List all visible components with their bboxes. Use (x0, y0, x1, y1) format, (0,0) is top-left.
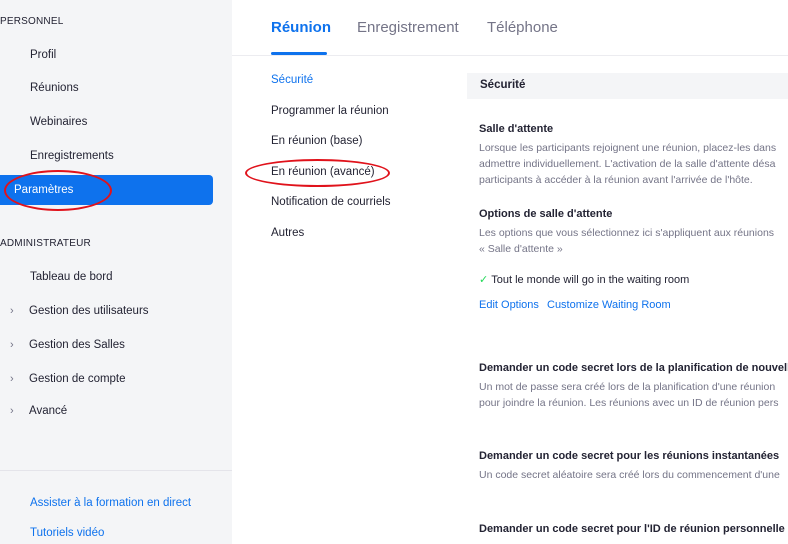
passcode-instant-desc-line: Un code secret aléatoire sera créé lors … (479, 469, 780, 481)
sidebar-item-webinars[interactable]: Webinaires (0, 107, 213, 137)
sidebar-item-label: Gestion de compte (29, 373, 126, 385)
sidebar-item-room-management[interactable]: › Gestion des Salles (0, 330, 213, 360)
chevron-right-icon: › (10, 405, 14, 417)
video-tutorials-link[interactable]: Tutoriels vidéo (30, 527, 104, 539)
sidebar-item-account-management[interactable]: › Gestion de compte (0, 364, 213, 394)
subnav-in-meeting-basic[interactable]: En réunion (base) (271, 135, 362, 147)
sidebar-item-meetings[interactable]: Réunions (0, 73, 213, 103)
sidebar-divider (0, 470, 232, 471)
section-header: Sécurité (467, 73, 788, 99)
sidebar-item-profile[interactable]: Profil (0, 40, 213, 70)
chevron-right-icon: › (10, 373, 14, 385)
subnav-other[interactable]: Autres (271, 227, 304, 239)
waiting-options-desc-line: Les options que vous sélectionnez ici s'… (479, 227, 775, 239)
chevron-right-icon: › (10, 305, 14, 317)
passcode-schedule-desc-line: pour joindre la réunion. Les réunions av… (479, 397, 779, 409)
sidebar: PERSONNEL Profil Réunions Webinaires Enr… (0, 0, 232, 544)
section-title-personal: PERSONNEL (0, 16, 64, 27)
sidebar-item-recordings[interactable]: Enregistrements (0, 141, 213, 171)
subnav-schedule-meeting[interactable]: Programmer la réunion (271, 105, 389, 117)
tab-meeting[interactable]: Réunion (271, 19, 331, 36)
sidebar-item-dashboard[interactable]: Tableau de bord (0, 262, 213, 292)
tabs-divider (232, 55, 788, 56)
passcode-schedule-title: Demander un code secret lors de la plani… (479, 362, 788, 374)
section-title: Sécurité (480, 79, 526, 91)
subnav-security[interactable]: Sécurité (271, 74, 313, 86)
sidebar-item-label: Gestion des Salles (29, 339, 125, 351)
passcode-instant-title: Demander un code secret pour les réunion… (479, 450, 780, 462)
checkmark-icon: ✓ (479, 274, 489, 286)
sidebar-item-label: Avancé (29, 405, 68, 417)
customize-waiting-room-link[interactable]: Customize Waiting Room (547, 299, 671, 311)
edit-options-link[interactable]: Edit Options (479, 299, 539, 311)
annotation-ellipse-advanced (245, 159, 390, 187)
waiting-options-desc-line: « Salle d'attente » (479, 243, 563, 255)
waiting-room-desc-line: participants à accéder à la réunion avan… (479, 174, 753, 186)
annotation-ellipse-settings (4, 170, 112, 211)
sidebar-item-label: Gestion des utilisateurs (29, 305, 149, 317)
waiting-room-title: Salle d'attente (479, 123, 554, 135)
waiting-option-label: Tout le monde will go in the waiting roo… (491, 274, 690, 286)
waiting-option-status: ✓ Tout le monde will go in the waiting ro… (479, 273, 689, 286)
waiting-room-desc-line: admettre individuellement. L'activation … (479, 158, 776, 170)
subnav-email-notification[interactable]: Notification de courriels (271, 196, 391, 208)
waiting-room-desc-line: Lorsque les participants rejoignent une … (479, 142, 777, 154)
chevron-right-icon: › (10, 339, 14, 351)
sidebar-item-advanced[interactable]: › Avancé (0, 396, 213, 426)
tab-telephone[interactable]: Téléphone (487, 19, 558, 36)
passcode-pmi-title: Demander un code secret pour l'ID de réu… (479, 523, 788, 535)
sidebar-item-user-management[interactable]: › Gestion des utilisateurs (0, 296, 213, 326)
passcode-schedule-desc-line: Un mot de passe sera créé lors de la pla… (479, 381, 776, 393)
section-title-admin: ADMINISTRATEUR (0, 238, 91, 249)
live-training-link[interactable]: Assister à la formation en direct (30, 497, 191, 509)
tab-recording[interactable]: Enregistrement (357, 19, 459, 36)
waiting-options-title: Options de salle d'attente (479, 208, 613, 220)
